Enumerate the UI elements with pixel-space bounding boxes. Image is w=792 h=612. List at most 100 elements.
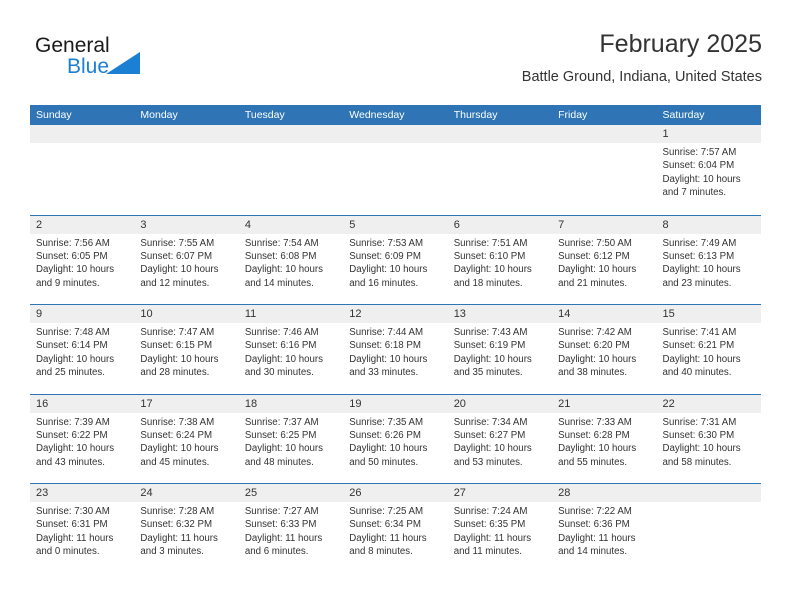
calendar-day-cell[interactable]: 25 Sunrise: 7:27 AM Sunset: 6:33 PM Dayligh…: [238, 484, 344, 573]
daylight-text: Daylight: 10 hours and 53 minutes.: [453, 443, 532, 468]
calendar-day-cell[interactable]: 21 Sunrise: 7:33 AM Sunset: 6:28 PM Dayligh…: [552, 394, 657, 483]
daylight-text: Daylight: 10 hours and 7 minutes.: [662, 173, 741, 199]
sunset-text: Sunset: 6:28 PM: [558, 429, 630, 441]
sunrise-text: Sunrise: 7:57 AM: [662, 147, 737, 158]
day-details: Sunrise: 7:47 AM Sunset: 6:15 PM Daylight:…: [134, 323, 238, 380]
day-details: Sunrise: 7:34 AM Sunset: 6:27 PM Daylight:…: [448, 413, 552, 470]
day-number: 16: [30, 394, 135, 413]
general-blue-logo[interactable]: General Blue: [35, 33, 215, 85]
calendar-day-cell[interactable]: 11 Sunrise: 7:46 AM Sunset: 6:16 PM Dayligh…: [238, 305, 344, 394]
calendar-day-cell[interactable]: 19 Sunrise: 7:35 AM Sunset: 6:26 PM Dayligh…: [343, 394, 448, 483]
calendar-day-cell[interactable]: 16 Sunrise: 7:39 AM Sunset: 6:22 PM Dayligh…: [30, 394, 135, 483]
day-details: Sunrise: 7:49 AM Sunset: 6:13 PM Daylight:…: [657, 234, 761, 291]
sunset-text: Sunset: 6:27 PM: [453, 429, 526, 441]
calendar-day-cell-empty: [656, 484, 761, 573]
daylight-text: Daylight: 10 hours and 43 minutes.: [36, 443, 115, 468]
day-details: Sunrise: 7:51 AM Sunset: 6:10 PM Daylight:…: [448, 234, 552, 291]
day-number: 18: [238, 394, 344, 413]
sunrise-text: Sunrise: 7:56 AM: [36, 237, 110, 249]
page-subtitle: Battle Ground, Indiana, United States: [521, 69, 762, 85]
day-number: [447, 125, 553, 143]
daylight-text: Daylight: 11 hours and 6 minutes.: [244, 532, 323, 558]
calendar-day-cell[interactable]: 23 Sunrise: 7:30 AM Sunset: 6:31 PM Dayligh…: [30, 484, 135, 573]
calendar-day-cell[interactable]: 18 Sunrise: 7:37 AM Sunset: 6:25 PM Dayligh…: [238, 394, 344, 483]
calendar-day-cell[interactable]: 9 Sunrise: 7:48 AM Sunset: 6:14 PM Daylight…: [30, 305, 135, 394]
day-number: 10: [134, 305, 239, 323]
calendar-day-cell[interactable]: 27 Sunrise: 7:24 AM Sunset: 6:35 PM Dayligh…: [447, 484, 553, 573]
calendar-day-cell[interactable]: 12 Sunrise: 7:44 AM Sunset: 6:18 PM Dayligh…: [343, 305, 448, 394]
calendar-day-cell[interactable]: 22 Sunrise: 7:31 AM Sunset: 6:30 PM Dayligh…: [656, 394, 761, 483]
calendar-day-cell[interactable]: 8 Sunrise: 7:49 AM Sunset: 6:13 PM Daylight…: [656, 215, 761, 304]
calendar-day-cell[interactable]: 4 Sunrise: 7:54 AM Sunset: 6:08 PM Daylight…: [238, 215, 344, 304]
sunset-text: Sunset: 6:35 PM: [453, 519, 526, 531]
calendar-week-row: 1 Sunrise: 7:57 AM Sunset: 6:04 PM Daylight…: [30, 125, 761, 215]
daylight-text: Daylight: 10 hours and 14 minutes.: [244, 264, 323, 289]
sunrise-text: Sunrise: 7:53 AM: [349, 237, 424, 249]
title-block: February 2025 Battle Ground, Indiana, Un…: [522, 28, 762, 87]
weekday-header-sunday: Sunday: [36, 109, 72, 121]
daylight-text: Daylight: 10 hours and 12 minutes.: [140, 264, 219, 289]
day-number: 20: [447, 394, 553, 413]
daylight-text: Daylight: 11 hours and 3 minutes.: [140, 532, 218, 558]
sunrise-text: Sunrise: 7:54 AM: [244, 237, 319, 249]
sunrise-text: Sunrise: 7:24 AM: [453, 506, 528, 517]
calendar-week-row: 16 Sunrise: 7:39 AM Sunset: 6:22 PM Dayligh…: [30, 393, 761, 483]
day-number: 5: [343, 215, 448, 234]
calendar-day-cell[interactable]: 24 Sunrise: 7:28 AM Sunset: 6:32 PM Dayligh…: [134, 484, 239, 573]
calendar-day-cell-empty: [552, 125, 657, 215]
day-number: 2: [30, 215, 135, 234]
sunrise-text: Sunrise: 7:22 AM: [558, 506, 632, 517]
sunrise-text: Sunrise: 7:39 AM: [36, 416, 110, 428]
sunrise-text: Sunrise: 7:55 AM: [140, 237, 215, 249]
day-details: Sunrise: 7:30 AM Sunset: 6:31 PM Daylight:…: [30, 502, 134, 559]
calendar-day-cell[interactable]: 10 Sunrise: 7:47 AM Sunset: 6:15 PM Dayligh…: [134, 305, 239, 394]
sunset-text: Sunset: 6:13 PM: [662, 250, 735, 262]
calendar-day-cell[interactable]: 20 Sunrise: 7:34 AM Sunset: 6:27 PM Dayligh…: [447, 394, 553, 483]
calendar-day-cell[interactable]: 17 Sunrise: 7:38 AM Sunset: 6:24 PM Dayligh…: [134, 394, 239, 483]
calendar-day-cell-empty: [238, 125, 344, 215]
day-details: Sunrise: 7:48 AM Sunset: 6:14 PM Daylight:…: [30, 323, 134, 380]
sunrise-text: Sunrise: 7:51 AM: [453, 237, 528, 249]
day-number: 27: [447, 484, 553, 502]
sunset-text: Sunset: 6:33 PM: [244, 519, 317, 531]
sunrise-text: Sunrise: 7:44 AM: [349, 327, 424, 338]
sunrise-text: Sunrise: 7:46 AM: [244, 327, 319, 338]
calendar-day-cell[interactable]: 5 Sunrise: 7:53 AM Sunset: 6:09 PM Daylight…: [343, 215, 448, 304]
daylight-text: Daylight: 10 hours and 50 minutes.: [349, 443, 428, 468]
sunrise-text: Sunrise: 7:42 AM: [558, 327, 632, 338]
calendar-day-cell[interactable]: 6 Sunrise: 7:51 AM Sunset: 6:10 PM Daylight…: [447, 215, 553, 304]
sunset-text: Sunset: 6:25 PM: [244, 429, 317, 441]
day-number: 13: [447, 305, 553, 323]
sunset-text: Sunset: 6:14 PM: [36, 340, 108, 352]
calendar-day-cell[interactable]: 14 Sunrise: 7:42 AM Sunset: 6:20 PM Dayligh…: [552, 305, 657, 394]
day-number: 4: [238, 215, 344, 234]
calendar-day-cell[interactable]: 13 Sunrise: 7:43 AM Sunset: 6:19 PM Dayligh…: [447, 305, 553, 394]
daylight-text: Daylight: 11 hours and 11 minutes.: [453, 532, 532, 558]
daylight-text: Daylight: 11 hours and 0 minutes.: [36, 532, 114, 558]
sunrise-text: Sunrise: 7:30 AM: [36, 506, 110, 517]
calendar-day-cell[interactable]: 2 Sunrise: 7:56 AM Sunset: 6:05 PM Daylight…: [30, 215, 135, 304]
day-number: 25: [238, 484, 344, 502]
sunset-text: Sunset: 6:08 PM: [244, 250, 317, 262]
sunset-text: Sunset: 6:10 PM: [453, 250, 526, 262]
sunrise-text: Sunrise: 7:35 AM: [349, 416, 424, 428]
calendar-day-cell[interactable]: 26 Sunrise: 7:25 AM Sunset: 6:34 PM Dayligh…: [343, 484, 448, 573]
sunset-text: Sunset: 6:05 PM: [36, 250, 108, 262]
sunrise-text: Sunrise: 7:27 AM: [244, 506, 319, 517]
daylight-text: Daylight: 10 hours and 48 minutes.: [244, 443, 323, 468]
daylight-text: Daylight: 10 hours and 28 minutes.: [140, 353, 219, 379]
day-details: Sunrise: 7:42 AM Sunset: 6:20 PM Daylight:…: [552, 323, 656, 380]
day-number: 9: [30, 305, 135, 323]
sunrise-text: Sunrise: 7:43 AM: [453, 327, 528, 338]
calendar-day-cell[interactable]: 3 Sunrise: 7:55 AM Sunset: 6:07 PM Daylight…: [134, 215, 239, 304]
calendar-day-cell[interactable]: 1 Sunrise: 7:57 AM Sunset: 6:04 PM Daylight…: [656, 125, 761, 215]
sunset-text: Sunset: 6:34 PM: [349, 519, 421, 531]
daylight-text: Daylight: 10 hours and 21 minutes.: [558, 264, 637, 289]
sunrise-text: Sunrise: 7:33 AM: [558, 416, 632, 428]
day-number: [30, 125, 135, 143]
calendar-day-cell[interactable]: 7 Sunrise: 7:50 AM Sunset: 6:12 PM Daylight…: [552, 215, 657, 304]
calendar-day-cell[interactable]: 28 Sunrise: 7:22 AM Sunset: 6:36 PM Dayligh…: [552, 484, 657, 573]
sunrise-text: Sunrise: 7:38 AM: [140, 416, 215, 428]
calendar-day-cell[interactable]: 15 Sunrise: 7:41 AM Sunset: 6:21 PM Dayligh…: [656, 305, 761, 394]
sunset-text: Sunset: 6:09 PM: [349, 250, 421, 262]
